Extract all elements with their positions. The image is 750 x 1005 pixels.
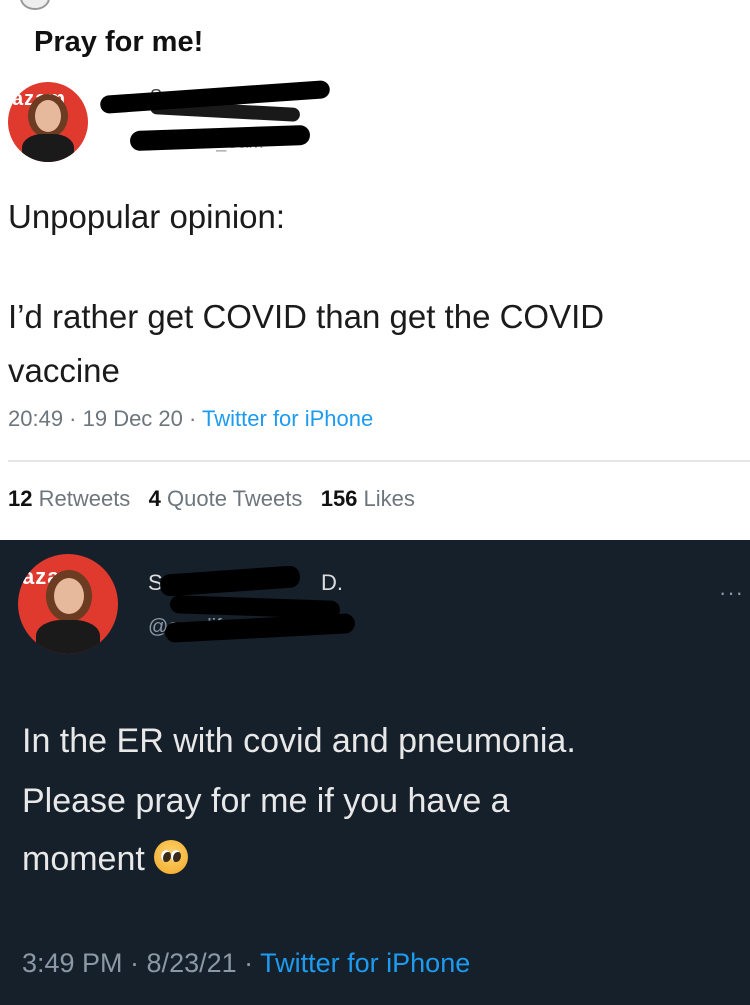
tweet-metadata: 3:49 PM · 8/23/21 · Twitter for iPhone: [22, 948, 470, 979]
top-cropped-icon: [20, 0, 50, 10]
tweet-stats: 12 Retweets 4 Quote Tweets 156 Likes: [8, 486, 415, 512]
quote-tweets-stat[interactable]: 4 Quote Tweets: [149, 486, 303, 511]
pleading-face-icon: [154, 840, 189, 874]
divider: [8, 460, 750, 462]
avatar[interactable]: azam: [8, 82, 88, 162]
likes-stat[interactable]: 156 Likes: [321, 486, 415, 511]
tweet-text-line: Unpopular opinion:: [8, 198, 286, 235]
tweet-text-line: I’d rather get COVID than get the COVID: [8, 298, 605, 335]
more-options-icon[interactable]: ···: [719, 580, 744, 606]
post-caption: Pray for me!: [34, 26, 204, 58]
tweet-text-line: In the ER with covid and pneumonia.: [22, 722, 576, 760]
tweet-source-link[interactable]: Twitter for iPhone: [202, 406, 373, 431]
avatar[interactable]: azam: [18, 554, 118, 654]
tweet-text-line: Please pray for me if you have a: [22, 782, 510, 820]
tweet-card-light: azam Samantha D. @carolife_Sam Unpopular…: [0, 70, 750, 540]
tweet-text-line: moment: [22, 840, 189, 879]
tweet-timestamp[interactable]: 3:49 PM · 8/23/21 ·: [22, 948, 260, 978]
tweet-text-line: vaccine: [8, 352, 120, 389]
tweet-source-link[interactable]: Twitter for iPhone: [260, 948, 470, 978]
retweets-stat[interactable]: 12 Retweets: [8, 486, 130, 511]
tweet-metadata: 20:49 · 19 Dec 20 · Twitter for iPhone: [8, 406, 373, 432]
tweet-timestamp[interactable]: 20:49 · 19 Dec 20 ·: [8, 406, 202, 431]
redaction-scribble: [149, 100, 301, 122]
tweet-card-dark: azam Sa D. @carolife_Sam ··· In the ER w…: [0, 540, 750, 1005]
redaction-scribble: [129, 124, 311, 152]
